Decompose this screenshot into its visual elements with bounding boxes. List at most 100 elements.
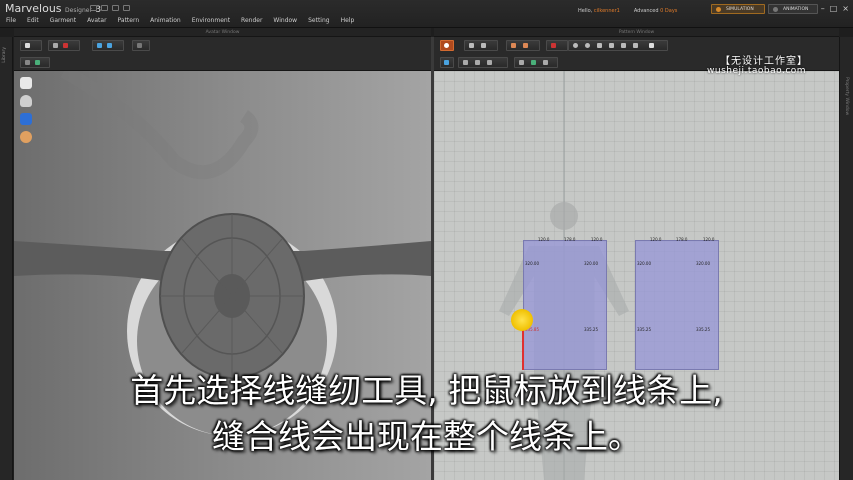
close-icon[interactable]: × xyxy=(842,4,849,13)
view-toggle-group[interactable] xyxy=(20,57,50,68)
menu-window[interactable]: Window xyxy=(273,17,297,24)
face-icon[interactable] xyxy=(20,131,32,143)
subtitle-line-2: 缝合线会出现在整个线条上。 xyxy=(212,417,641,456)
buttonhole-icon xyxy=(649,43,654,48)
select-button-icon xyxy=(633,43,638,48)
title-menu-bar: Marvelous Designer 3 File Edit Garment A… xyxy=(0,0,853,28)
undo-icon[interactable] xyxy=(112,5,119,11)
window-controls: – □ × xyxy=(821,4,849,13)
hide-tool[interactable] xyxy=(132,40,150,51)
dim-right-side-r: 320.00 xyxy=(696,261,710,266)
rectangle-icon xyxy=(523,43,528,48)
ruler-icon xyxy=(543,60,548,65)
animation-label: ANIMATION xyxy=(783,7,809,12)
move-icon xyxy=(53,43,58,48)
simulate-icon xyxy=(444,43,449,48)
dim-right-lower-l: 335.25 xyxy=(637,327,651,332)
menu-garment[interactable]: Garment xyxy=(50,17,76,24)
hide-icon xyxy=(137,43,142,48)
dim-left-lower-r: 335.25 xyxy=(584,327,598,332)
open-file-icon[interactable] xyxy=(101,5,108,11)
app-logo: Marvelous Designer 3 xyxy=(5,2,101,15)
subtitle-line-1: 首先选择线缝纫工具, 把鼠标放到线条上, xyxy=(130,371,723,410)
dim-left-top-b: 178.0 xyxy=(564,237,576,242)
simulation-toggle-button[interactable] xyxy=(440,40,454,51)
avatar-toolbar xyxy=(14,37,431,71)
marvelous-designer-window: Marvelous Designer 3 File Edit Garment A… xyxy=(0,0,853,480)
dim-left-side-r: 320.00 xyxy=(584,261,598,266)
sewing-tool-group[interactable] xyxy=(568,40,668,51)
view-pattern-icon xyxy=(444,60,449,65)
texture-icon xyxy=(35,60,40,65)
menu-edit[interactable]: Edit xyxy=(27,17,39,24)
grading-icon xyxy=(475,60,480,65)
create-tool-group[interactable] xyxy=(506,40,540,51)
menu-animation[interactable]: Animation xyxy=(150,17,181,24)
watermark-url: wusheji.taobao.com xyxy=(707,66,807,76)
shadow-shape xyxy=(60,71,259,180)
tack-icon xyxy=(107,43,112,48)
menu-environment[interactable]: Environment xyxy=(192,17,230,24)
fold-tool-group[interactable] xyxy=(92,40,124,51)
menu-file[interactable]: File xyxy=(6,17,16,24)
internal-shape-tool[interactable] xyxy=(546,40,568,51)
dim-right-top-a: 120.0 xyxy=(650,237,662,242)
simulation-mode-button[interactable]: SIMULATION xyxy=(711,4,765,14)
edit-texture-icon xyxy=(463,60,468,65)
magnet-icon[interactable] xyxy=(20,113,32,125)
dim-left-top-a: 120.0 xyxy=(538,237,550,242)
pattern-piece-front[interactable] xyxy=(523,240,607,370)
redo-icon[interactable] xyxy=(123,5,130,11)
new-file-icon[interactable] xyxy=(90,5,97,11)
logo-sub: Designer xyxy=(65,7,92,14)
avatar-icon[interactable] xyxy=(20,95,32,107)
arrow-down-icon xyxy=(25,43,30,48)
menu-avatar[interactable]: Avatar xyxy=(87,17,106,24)
simulation-label: SIMULATION xyxy=(726,7,754,12)
dim-left-top-c: 120.0 xyxy=(591,237,603,242)
user-name[interactable]: cilkenner1 xyxy=(594,8,620,14)
license-info: Advanced 0 Days xyxy=(634,8,678,14)
viewport-side-tools xyxy=(20,77,32,143)
pattern-window-title: Pattern Window xyxy=(434,28,839,37)
dim-right-side-l: 320.00 xyxy=(637,261,651,266)
property-tab[interactable]: Property Window xyxy=(844,77,849,115)
animation-icon xyxy=(773,7,778,12)
edit-point-icon xyxy=(481,43,486,48)
move-tool-group[interactable] xyxy=(48,40,80,51)
silhouette-head xyxy=(550,202,578,230)
transform-tool-group[interactable] xyxy=(464,40,498,51)
menu-bar: File Edit Garment Avatar Pattern Animati… xyxy=(6,17,354,24)
plan-label: Advanced xyxy=(633,8,659,14)
button-icon xyxy=(621,43,626,48)
minimize-icon[interactable]: – xyxy=(821,4,825,13)
library-tab[interactable]: Library xyxy=(2,47,7,63)
maximize-icon[interactable]: □ xyxy=(830,4,838,13)
dim-right-top-b: 178.0 xyxy=(676,237,688,242)
dim-right-lower-r: 335.25 xyxy=(696,327,710,332)
menu-help[interactable]: Help xyxy=(341,17,355,24)
shirt-icon[interactable] xyxy=(20,77,32,89)
annotation-icon xyxy=(519,60,524,65)
hello-label: Hello, xyxy=(578,8,593,14)
measure-icon xyxy=(531,60,536,65)
view-icon xyxy=(25,60,30,65)
select-mesh-tool[interactable] xyxy=(20,40,42,51)
watermark-studio: 【无设计工作室】 xyxy=(720,56,808,67)
menu-setting[interactable]: Setting xyxy=(308,17,329,24)
mouse-cursor-highlight xyxy=(511,309,533,331)
menu-render[interactable]: Render xyxy=(241,17,262,24)
texture-tool-group[interactable] xyxy=(458,57,508,68)
annotation-tool-group[interactable] xyxy=(514,57,558,68)
pattern-view-button[interactable] xyxy=(440,57,454,68)
menu-pattern[interactable]: Pattern xyxy=(118,17,140,24)
animation-mode-button[interactable]: ANIMATION xyxy=(768,4,818,14)
dim-right-top-c: 120.0 xyxy=(703,237,715,242)
fold-icon xyxy=(97,43,102,48)
avatar-window-title: Avatar Window xyxy=(14,28,431,37)
simulation-icon xyxy=(716,7,721,12)
pattern-piece-back[interactable] xyxy=(635,240,719,370)
internal-line-icon xyxy=(551,43,556,48)
transform-pattern-icon xyxy=(469,43,474,48)
tack-sewing-icon xyxy=(609,43,614,48)
